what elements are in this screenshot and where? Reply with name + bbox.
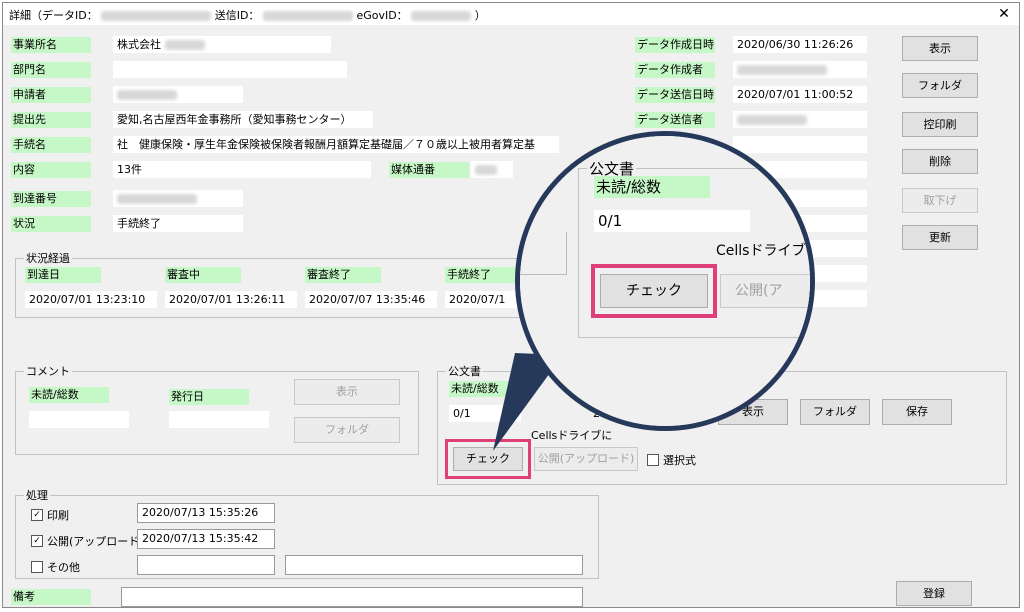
mag-publish-button[interactable]: 公開(ア [720, 274, 810, 308]
magnifier-pointer [493, 353, 563, 451]
mag-left-frame [520, 232, 567, 275]
magnifier: 公文書 未読/総数 0/1 Cellsドライブ チェック 公開(ア [515, 131, 815, 431]
detail-window: 詳細（データID： 送信ID： eGovID： ） ✕ 事業所名 株式会社 部門… [2, 2, 1020, 608]
mag-unread-value: 0/1 [594, 210, 750, 232]
mag-cells-label: Cellsドライブ [716, 243, 806, 259]
mag-unread-label: 未読/総数 [594, 176, 710, 198]
mag-check-button[interactable]: チェック [600, 274, 708, 308]
